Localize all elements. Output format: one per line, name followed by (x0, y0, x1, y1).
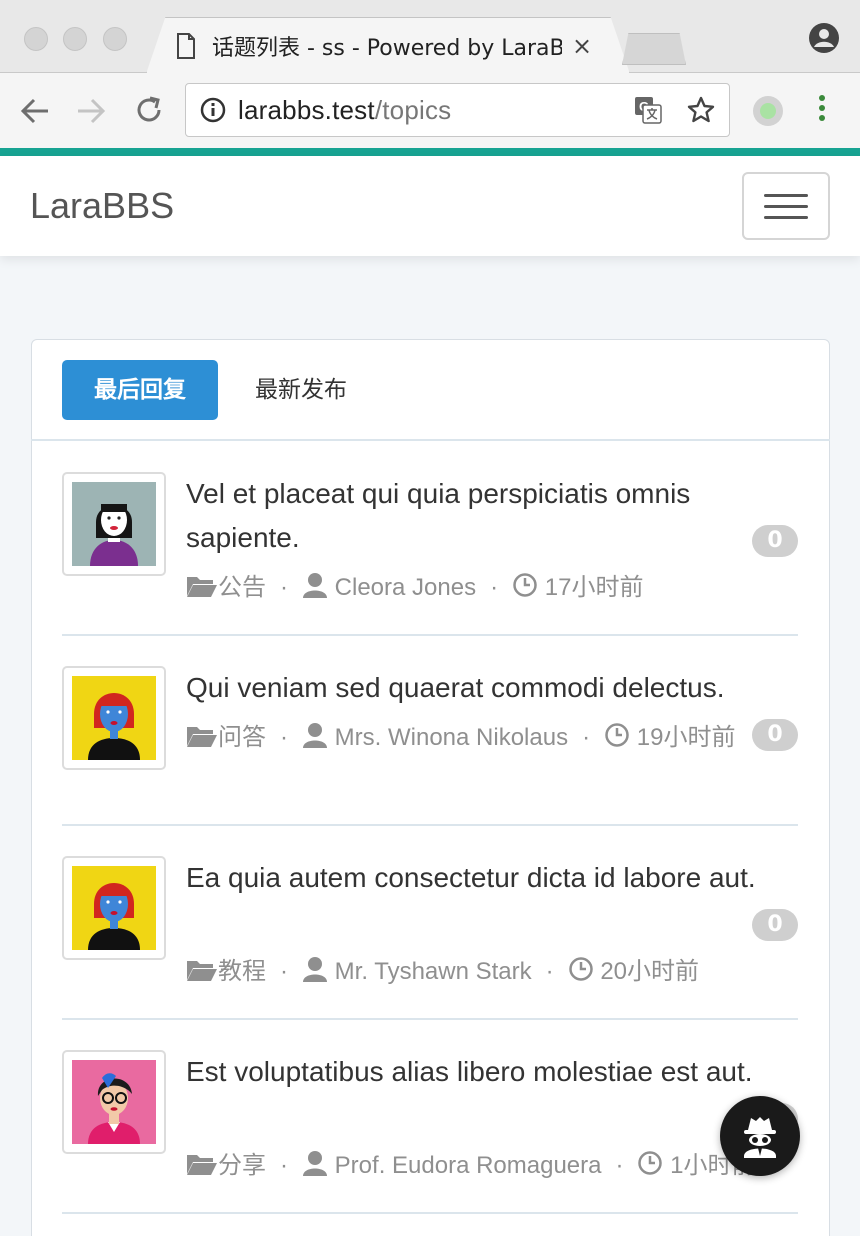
topic-title[interactable]: Qui veniam sed quaerat commodi delectus. (186, 666, 796, 710)
back-icon[interactable] (20, 97, 50, 125)
page-icon (177, 33, 195, 59)
topic-category[interactable]: 公告 (218, 574, 266, 601)
browser-menu-icon[interactable] (818, 95, 826, 125)
topic-title[interactable]: Est voluptatibus alias libero molestiae … (186, 1050, 776, 1094)
avatar[interactable] (62, 1050, 166, 1154)
topic-time: 20小时前 (600, 958, 700, 985)
forward-icon[interactable] (76, 97, 106, 125)
topic-meta: 分享 · Prof. Eudora Romaguera · 1小时前 (186, 1146, 798, 1186)
folder-icon (187, 727, 217, 747)
user-icon (303, 957, 327, 982)
topic-meta: 教程 · Mr. Tyshawn Stark · 20小时前 (186, 952, 699, 992)
translate-icon[interactable]: G (634, 96, 662, 124)
reply-count-badge[interactable]: 0 (752, 719, 798, 751)
topic-title[interactable]: Vel et placeat qui quia perspiciatis omn… (186, 472, 746, 560)
window-close-button[interactable] (24, 27, 48, 51)
topic-author[interactable]: Prof. Eudora Romaguera (335, 1152, 602, 1179)
topic-time: 17小时前 (544, 574, 644, 601)
url-path: /topics (374, 95, 452, 125)
filter-newest-tab[interactable]: 最新发布 (232, 360, 370, 420)
avatar[interactable] (62, 666, 166, 770)
clock-icon (638, 1151, 663, 1175)
info-icon[interactable] (200, 97, 226, 123)
site-brand[interactable]: LaraBBS (30, 185, 174, 227)
new-tab-button[interactable] (622, 33, 686, 65)
incognito-icon (744, 1117, 776, 1158)
url-text[interactable]: larabbs.test/topics (238, 95, 451, 126)
topic-category[interactable]: 问答 (218, 724, 266, 751)
incognito-button[interactable] (720, 1096, 800, 1176)
topic-author[interactable]: Mr. Tyshawn Stark (335, 958, 532, 985)
star-icon[interactable] (686, 95, 716, 125)
window-zoom-button[interactable] (103, 27, 127, 51)
topic-author[interactable]: Cleora Jones (335, 574, 476, 601)
user-icon (303, 723, 327, 748)
tab-close-icon[interactable]: × (572, 32, 592, 60)
url-host: larabbs.test (238, 95, 375, 125)
folder-icon (187, 1155, 217, 1175)
user-icon (303, 1151, 327, 1176)
topic-category[interactable]: 教程 (218, 958, 266, 985)
topic-author[interactable]: Mrs. Winona Nikolaus (335, 724, 568, 751)
accent-line (0, 148, 860, 156)
folder-icon (187, 961, 217, 981)
filter-last-reply-tab[interactable]: 最后回复 (62, 360, 218, 420)
topic-meta: 问答 · Mrs. Winona Nikolaus · 19小时前 (186, 718, 746, 758)
reply-count-badge[interactable]: 0 (752, 909, 798, 941)
folder-icon (187, 577, 217, 597)
extension-icon[interactable] (753, 96, 783, 126)
tab-title: 话题列表 - ss - Powered by LaraBBS (212, 36, 562, 61)
clock-icon (568, 957, 593, 981)
topic-time: 19小时前 (636, 724, 736, 751)
topic-category[interactable]: 分享 (218, 1152, 266, 1179)
window-minimize-button[interactable] (63, 27, 87, 51)
navbar-toggle-button[interactable] (742, 172, 830, 240)
reply-count-badge[interactable]: 0 (752, 525, 798, 557)
avatar[interactable] (62, 472, 166, 576)
user-icon (303, 573, 327, 598)
topic-meta: 公告 · Cleora Jones · 17小时前 (186, 568, 643, 608)
profile-icon[interactable] (808, 22, 840, 54)
topic-title[interactable]: Ea quia autem consectetur dicta id labor… (186, 856, 776, 900)
browser-tab-content: 话题列表 - ss - Powered by LaraBBS × (176, 30, 606, 62)
reload-icon[interactable] (134, 95, 164, 125)
clock-icon (605, 723, 629, 747)
avatar[interactable] (62, 856, 166, 960)
clock-icon (513, 573, 537, 597)
